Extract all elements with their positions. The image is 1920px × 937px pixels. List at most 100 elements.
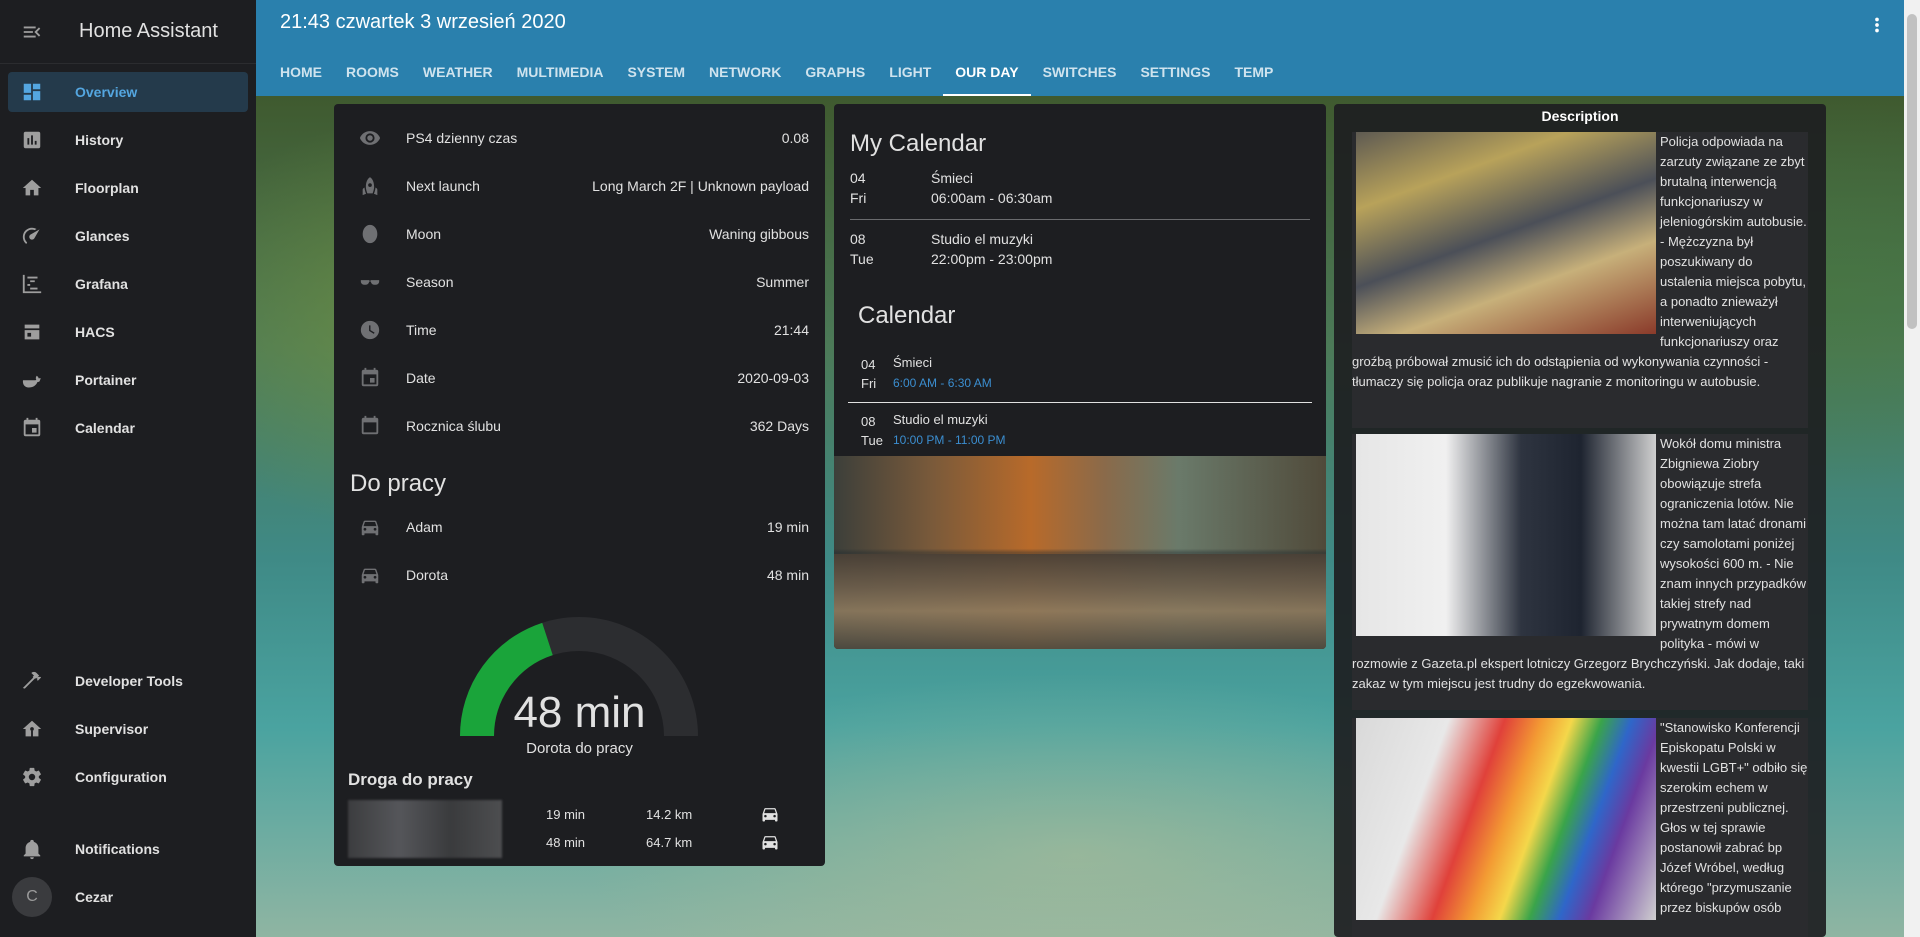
event-title[interactable]: Studio el muzyki (893, 412, 988, 427)
chart-bar-icon (8, 129, 56, 151)
sidebar-item-label: Floorplan (75, 180, 139, 196)
avatar-wrap: C (8, 877, 56, 917)
sidebar-item-portainer[interactable]: Portainer (8, 360, 248, 400)
sidebar-header: Home Assistant (0, 0, 256, 64)
tab-weather[interactable]: WEATHER (411, 48, 505, 96)
entity-value: Summer (756, 274, 809, 290)
sidebar-item-label: HACS (75, 324, 115, 340)
sidebar-item-developer-tools[interactable]: Developer Tools (8, 661, 248, 701)
commute-name: Adam (406, 519, 443, 535)
tab-rooms[interactable]: ROOMS (334, 48, 411, 96)
my-calendar-title: My Calendar (850, 130, 987, 157)
tab-system[interactable]: SYSTEM (615, 48, 697, 96)
sidebar-item-supervisor[interactable]: Supervisor (8, 709, 248, 749)
entity-row[interactable]: Time 21:44 (350, 310, 809, 350)
commute-row[interactable]: Adam 19 min (350, 507, 809, 547)
divider (850, 219, 1310, 220)
entity-row[interactable]: Season Summer (350, 262, 809, 302)
page-title: 21:43 czwartek 3 wrzesień 2020 (280, 11, 566, 33)
news-title: Description (1541, 108, 1619, 124)
sidebar-item-label: Developer Tools (75, 673, 183, 689)
car-icon (350, 516, 390, 538)
sidebar-item-label: Calendar (75, 420, 135, 436)
clock-icon (350, 319, 390, 341)
news-item[interactable]: Wokół domu ministra Zbigniewa Ziobry obo… (1352, 434, 1808, 710)
entity-value: Long March 2F | Unknown payload (592, 178, 809, 194)
event-time: 6:00 AM - 6:30 AM (893, 376, 992, 390)
rocket-icon (350, 175, 390, 197)
hacs-icon (8, 321, 56, 343)
news-card: Description Policja odpowiada na zarzuty… (1334, 104, 1826, 937)
lake-reflection-image (834, 554, 1326, 649)
tab-multimedia[interactable]: MULTIMEDIA (505, 48, 616, 96)
entity-row[interactable]: Next launch Long March 2F | Unknown payl… (350, 166, 809, 206)
sidebar-item-history[interactable]: History (8, 120, 248, 160)
event-title[interactable]: Studio el muzyki (931, 231, 1033, 247)
gauge-icon (8, 225, 56, 247)
event-time: 10:00 PM - 11:00 PM (893, 433, 1006, 447)
sidebar-item-notifications[interactable]: Notifications (8, 829, 248, 869)
docker-icon (8, 369, 56, 391)
sidebar-item-label: Overview (75, 84, 138, 100)
entity-row[interactable]: Rocznica ślubu 362 Days (350, 406, 809, 446)
news-image-rainbow-flag (1356, 718, 1656, 920)
sidebar-item-configuration[interactable]: Configuration (8, 757, 248, 797)
sidebar-item-calendar[interactable]: Calendar (8, 408, 248, 448)
commute-name: Dorota (406, 567, 449, 583)
sidebar-item-label: Configuration (75, 769, 167, 785)
event-day: 04 (850, 170, 866, 186)
sidebar-item-hacs[interactable]: HACS (8, 312, 248, 352)
divider (848, 402, 1312, 403)
news-image-minister (1356, 434, 1656, 636)
event-day: 08 (861, 414, 876, 429)
event-weekday: Fri (850, 190, 867, 206)
event-title[interactable]: Śmieci (893, 355, 932, 370)
tab-our-day[interactable]: OUR DAY (943, 48, 1031, 96)
entity-name: Next launch (406, 178, 480, 194)
tab-network[interactable]: NETWORK (697, 48, 793, 96)
menu-open-icon (23, 26, 41, 37)
event-weekday: Tue (850, 251, 874, 267)
route-title: Droga do pracy (348, 770, 473, 789)
news-item[interactable]: "Stanowisko Konferencji Episkopatu Polsk… (1352, 718, 1808, 937)
entity-row[interactable]: PS4 dzienny czas 0.08 (350, 118, 809, 158)
news-text: "Stanowisko Konferencji Episkopatu Polsk… (1660, 720, 1808, 915)
tab-temp[interactable]: TEMP (1222, 48, 1285, 96)
car-icon (760, 832, 780, 855)
tab-graphs[interactable]: GRAPHS (793, 48, 877, 96)
dashboard-icon (8, 81, 56, 103)
tab-light[interactable]: LIGHT (877, 48, 943, 96)
sidebar-item-glances[interactable]: Glances (8, 216, 248, 256)
page-scrollbar[interactable] (1904, 0, 1920, 937)
entity-name: PS4 dzienny czas (406, 130, 518, 146)
entity-name: Time (406, 322, 437, 338)
dots-vertical-icon (1875, 17, 1879, 33)
event-title[interactable]: Śmieci (931, 170, 973, 186)
moon-icon (350, 223, 390, 245)
gauge-value: 48 min (513, 688, 646, 737)
menu-toggle-button[interactable] (0, 21, 64, 43)
entity-row[interactable]: Moon Waning gibbous (350, 214, 809, 254)
sidebar-item-overview[interactable]: Overview (8, 72, 248, 112)
sidebar-item-user[interactable]: C Cezar (8, 877, 248, 917)
sidebar-item-floorplan[interactable]: Floorplan (8, 168, 248, 208)
tab-switches[interactable]: SWITCHES (1031, 48, 1129, 96)
route-map-thumbnail[interactable] (348, 800, 502, 858)
entity-row[interactable]: Date 2020-09-03 (350, 358, 809, 398)
tab-settings[interactable]: SETTINGS (1128, 48, 1222, 96)
gauge[interactable]: 48 min (334, 604, 825, 754)
sidebar-item-label: Portainer (75, 372, 137, 388)
calendar-icon (350, 415, 390, 437)
more-options-button[interactable] (1866, 14, 1888, 41)
tab-home[interactable]: HOME (268, 48, 334, 96)
news-item[interactable]: Policja odpowiada na zarzuty związane ze… (1352, 132, 1808, 428)
entity-name: Date (406, 370, 436, 386)
entity-name: Rocznica ślubu (406, 418, 501, 434)
gauge-name: Dorota do pracy (526, 740, 633, 757)
event-weekday: Fri (861, 376, 877, 391)
section-title: Do pracy (350, 470, 447, 497)
sidebar-item-grafana[interactable]: Grafana (8, 264, 248, 304)
scrollbar-thumb[interactable] (1907, 14, 1917, 329)
sidebar-item-label: Notifications (75, 841, 160, 857)
commute-row[interactable]: Dorota 48 min (350, 555, 809, 595)
